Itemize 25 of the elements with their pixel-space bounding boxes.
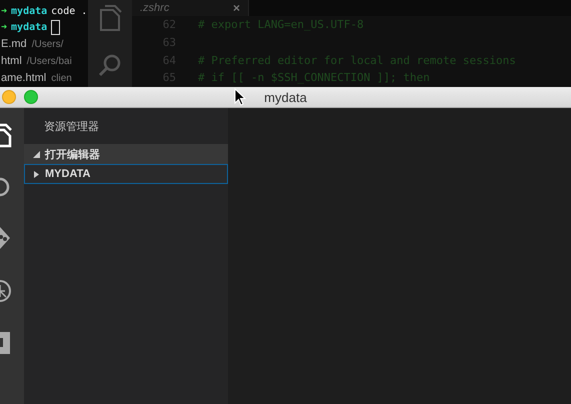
section-header[interactable]: 打开编辑器	[24, 144, 228, 164]
close-icon[interactable]: ×	[232, 1, 240, 15]
code-line: # export LANG=en_US.UTF-8	[198, 18, 364, 32]
code-line: # if [[ -n $SSH_CONNECTION ]]; then	[198, 71, 430, 84]
window-title: mydata	[264, 90, 307, 104]
terminal-cursor	[51, 20, 60, 35]
file-name: ame.html	[1, 72, 46, 84]
prompt-directory: mydata	[11, 22, 48, 33]
prompt-arrow: ➜	[1, 6, 8, 17]
expand-caret-icon	[33, 170, 40, 178]
files-icon	[98, 4, 122, 32]
sidebar-title: 资源管理器	[43, 120, 100, 134]
prompt-directory: mydata	[11, 6, 48, 17]
section-header[interactable]: MYDATA	[24, 164, 228, 184]
file-name: E.md	[1, 38, 27, 50]
file-path: /Users/bai	[26, 56, 72, 67]
mouse-pointer-icon	[234, 88, 246, 106]
code-line: # Preferred editor for local and remote sessions	[198, 54, 516, 67]
prompt-arrow: ➜	[1, 22, 8, 33]
file-path: /Users/	[32, 38, 64, 50]
file-path: clien	[51, 72, 72, 84]
terminal-command: code .	[51, 6, 88, 17]
editor-tab[interactable]: .zshrc ×	[132, 0, 249, 16]
file-name: html	[1, 55, 22, 68]
collapse-caret-icon	[33, 150, 40, 158]
